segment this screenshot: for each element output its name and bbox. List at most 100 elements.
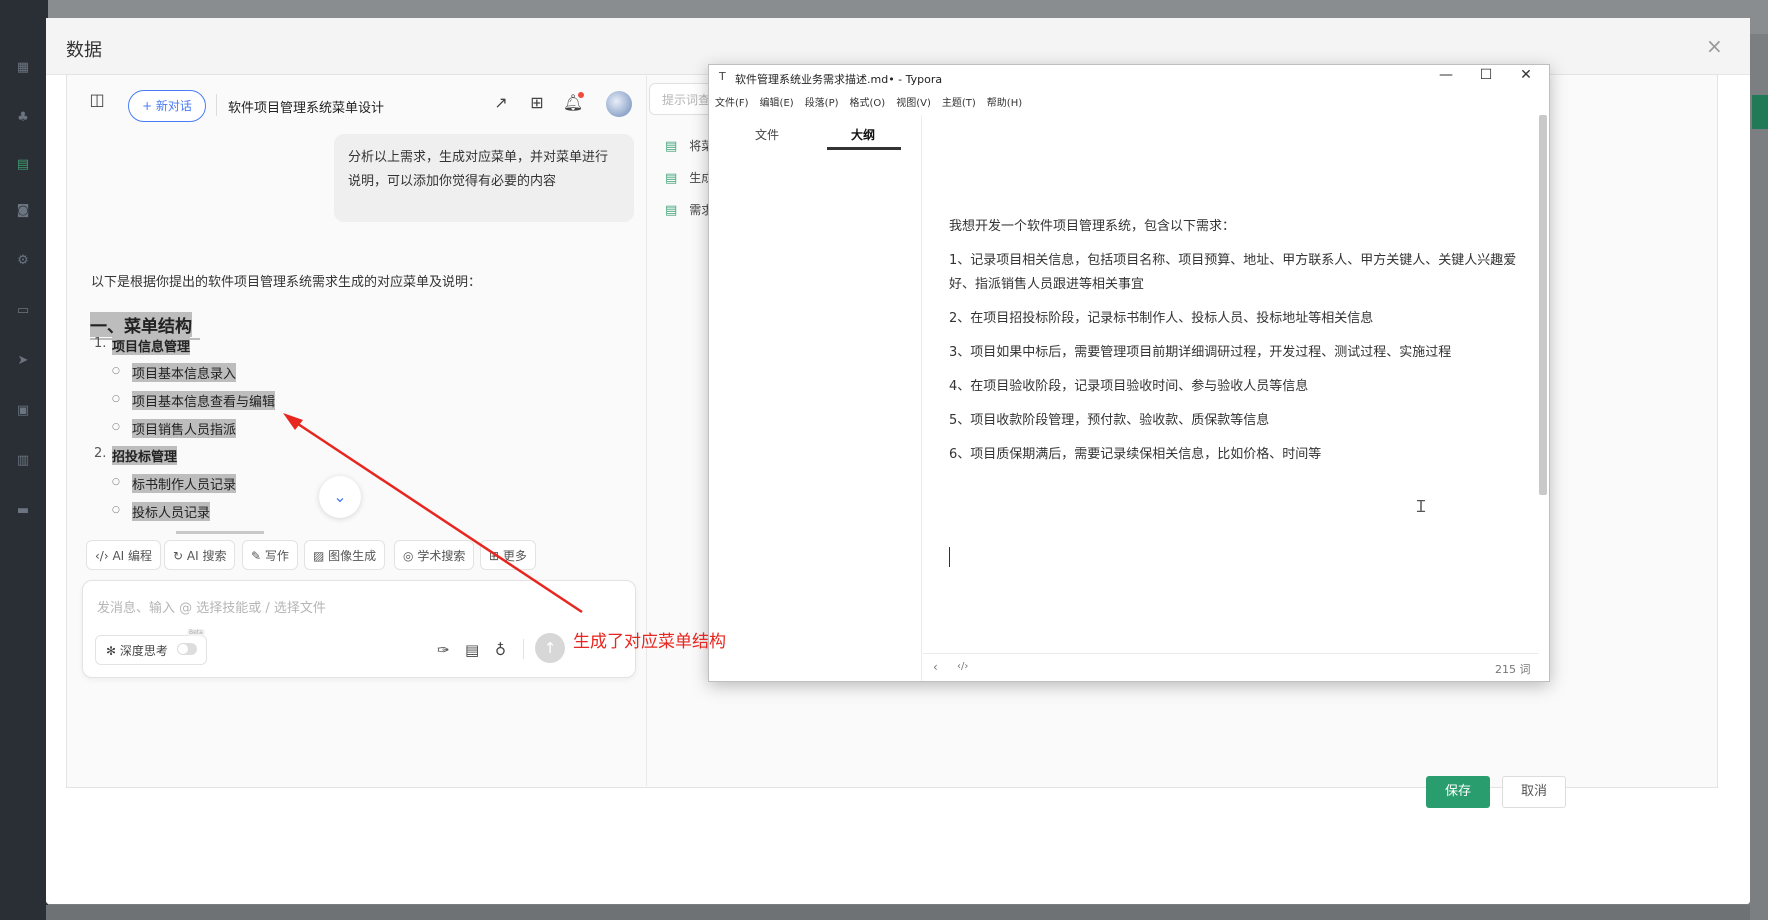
chat-title: 软件项目管理系统菜单设计 — [228, 101, 385, 116]
add-collection-icon[interactable]: ⊞ — [526, 92, 548, 114]
menu-view[interactable]: 视图(V) — [896, 94, 931, 109]
tool-ai-coding-button[interactable]: ‹/› AI 编程 — [86, 540, 162, 570]
background-sidebar: ▦ ♣ ▤ ◙ ⚙ ▭ ➤ ▣ ▥ ▬ — [0, 0, 48, 920]
chat-panel: ◫ + 新对话 软件项目管理系统菜单设计 ↗ ⊞ 🔔︎ 分析以上需求，生成对应菜… — [68, 76, 647, 786]
typora-scrollbar[interactable] — [1539, 115, 1547, 495]
gear-icon: ⚙ — [17, 253, 29, 268]
document-icon: ▤ — [665, 139, 678, 154]
tool-ai-search-button[interactable]: ↻ AI 搜索 — [164, 540, 236, 570]
source-code-icon[interactable]: ‹/› — [957, 661, 968, 672]
image-icon: ▨ — [313, 549, 325, 563]
academic-icon: ◎ — [403, 549, 414, 563]
tool-label: 学术搜索 — [417, 549, 466, 563]
table-icon: ▤ — [16, 157, 30, 172]
document-line: 我想开发一个软件项目管理系统，包含以下需求： — [949, 219, 1236, 234]
menu-paragraph[interactable]: 段落(P) — [805, 94, 839, 109]
document-line: 2、在项目招投标阶段，记录标书制作人、投标人员、投标地址等相关信息 — [949, 311, 1374, 326]
background-right-edge — [1750, 34, 1768, 920]
document-line: 5、项目收款阶段管理，预付款、验收款、质保款等信息 — [949, 413, 1270, 428]
menu-group-title: 招投标管理 — [112, 446, 178, 465]
tool-label: AI 编程 — [112, 549, 153, 563]
tool-image-gen-button[interactable]: ▨ 图像生成 — [304, 540, 386, 570]
beta-badge: Beta — [187, 629, 205, 636]
share-icon[interactable]: ↗ — [490, 92, 512, 114]
tab-outline[interactable]: 大纲 — [851, 126, 875, 143]
tool-more-button[interactable]: ⊞ 更多 — [480, 540, 536, 570]
tool-label: 更多 — [502, 549, 527, 563]
menu-format[interactable]: 格式(O) — [850, 94, 886, 109]
attachment-icon[interactable]: ✑ — [437, 641, 450, 659]
menu-theme[interactable]: 主题(T) — [942, 94, 976, 109]
menu-item: 标书制作人员记录 — [132, 474, 237, 493]
menu-number: 2. — [94, 446, 107, 461]
book-icon: ▥ — [16, 453, 30, 468]
plant-icon: ♣ — [17, 110, 29, 125]
new-chat-button[interactable]: + 新对话 — [128, 90, 206, 122]
deep-think-label: 深度思考 — [119, 644, 168, 658]
box-icon: ◙ — [16, 203, 30, 218]
typora-editor[interactable]: 我想开发一个软件项目管理系统，包含以下需求： 1、记录项目相关信息，包括项目名称… — [923, 115, 1539, 651]
bullet: ○ — [112, 477, 120, 487]
tool-label: AI 搜索 — [186, 549, 227, 563]
message-input-box[interactable]: 发消息、输入 @ 选择技能或 / 选择文件 ✻ 深度思考 Beta ✑ ▤ ♁ … — [82, 580, 636, 678]
word-count[interactable]: 215 词 — [1495, 661, 1531, 677]
menu-item: 项目基本信息录入 — [132, 363, 237, 382]
background-bottom-edge — [46, 905, 1750, 920]
grid-icon: ⊞ — [489, 549, 500, 563]
sidebar-toggle-icon[interactable]: ◫ — [86, 89, 108, 111]
screenshot-icon[interactable]: ▤ — [465, 641, 479, 659]
maximize-icon[interactable]: ☐ — [1471, 67, 1501, 83]
send-icon: ➤ — [17, 353, 29, 368]
microphone-icon[interactable]: ♁ — [495, 641, 506, 659]
typora-logo: T — [719, 70, 726, 83]
menu-help[interactable]: 帮助(H) — [987, 94, 1022, 109]
atom-icon: ✻ — [106, 644, 117, 658]
switch-knob — [178, 644, 188, 654]
notification-dot — [578, 92, 584, 98]
user-message: 分析以上需求，生成对应菜单，并对菜单进行说明，可以添加你觉得有必要的内容 — [334, 134, 634, 222]
avatar[interactable] — [606, 91, 632, 117]
menu-item: 项目销售人员指派 — [132, 419, 237, 438]
collapse-sidebar-icon[interactable]: ‹ — [933, 660, 938, 674]
close-icon[interactable]: ✕ — [1511, 67, 1541, 83]
reply-intro: 以下是根据你提出的软件项目管理系统需求生成的对应菜单及说明： — [91, 275, 482, 290]
menu-item: 项目基本信息查看与编辑 — [132, 391, 276, 410]
ibeam-cursor-icon: Ｉ — [1413, 497, 1430, 516]
background-green-button — [1752, 95, 1768, 129]
document-line: 4、在项目验收阶段，记录项目验收时间、参与验收人员等信息 — [949, 379, 1309, 394]
scroll-down-button[interactable]: ⌄ — [319, 476, 361, 518]
dashboard-icon: ▦ — [16, 60, 30, 75]
menu-item: 投标人员记录 — [132, 502, 211, 521]
code-icon: ‹/› — [95, 549, 109, 563]
tool-academic-search-button[interactable]: ◎ 学术搜索 — [394, 540, 475, 570]
tool-label: 图像生成 — [328, 549, 377, 563]
annotation-label: 生成了对应菜单结构 — [573, 632, 726, 652]
typora-sidebar: 文件 大纲 — [709, 115, 922, 681]
dialog-close-icon[interactable]: × — [1706, 34, 1723, 58]
archive-icon: ▬ — [16, 503, 30, 518]
menu-number: 1. — [94, 336, 107, 351]
message-input-placeholder[interactable]: 发消息、输入 @ 选择技能或 / 选择文件 — [97, 597, 326, 616]
menu-file[interactable]: 文件(F) — [715, 94, 749, 109]
typora-window: T 软件管理系统业务需求描述.md• - Typora — ☐ ✕ 文件(F) 编… — [708, 64, 1550, 682]
cancel-button[interactable]: 取消 — [1502, 776, 1566, 808]
typora-menubar: 文件(F) 编辑(E) 段落(P) 格式(O) 视图(V) 主题(T) 帮助(H) — [715, 94, 1033, 112]
dialog-title: 数据 — [66, 40, 102, 61]
document-line: 1、记录项目相关信息，包括项目名称、项目预算、地址、甲方联系人、甲方关键人、关键… — [949, 253, 1517, 292]
active-tab-indicator — [827, 147, 901, 150]
document-icon: ▤ — [665, 203, 678, 218]
bullet: ○ — [112, 505, 120, 515]
save-button[interactable]: 保存 — [1426, 776, 1490, 808]
menu-edit[interactable]: 编辑(E) — [760, 94, 794, 109]
minimize-icon[interactable]: — — [1431, 67, 1461, 83]
tool-writing-button[interactable]: ✎ 写作 — [242, 540, 298, 570]
briefcase-icon: ▣ — [16, 403, 30, 418]
send-button[interactable]: ↑ — [535, 633, 565, 663]
typora-statusbar: ‹ ‹/› 215 词 — [923, 653, 1539, 682]
scroll-indicator — [176, 531, 264, 534]
document-icon: ▤ — [665, 171, 678, 186]
tab-files[interactable]: 文件 — [755, 126, 779, 143]
tool-label: 写作 — [264, 549, 289, 563]
input-divider — [523, 639, 524, 659]
typora-window-title: 软件管理系统业务需求描述.md• - Typora — [735, 73, 943, 86]
